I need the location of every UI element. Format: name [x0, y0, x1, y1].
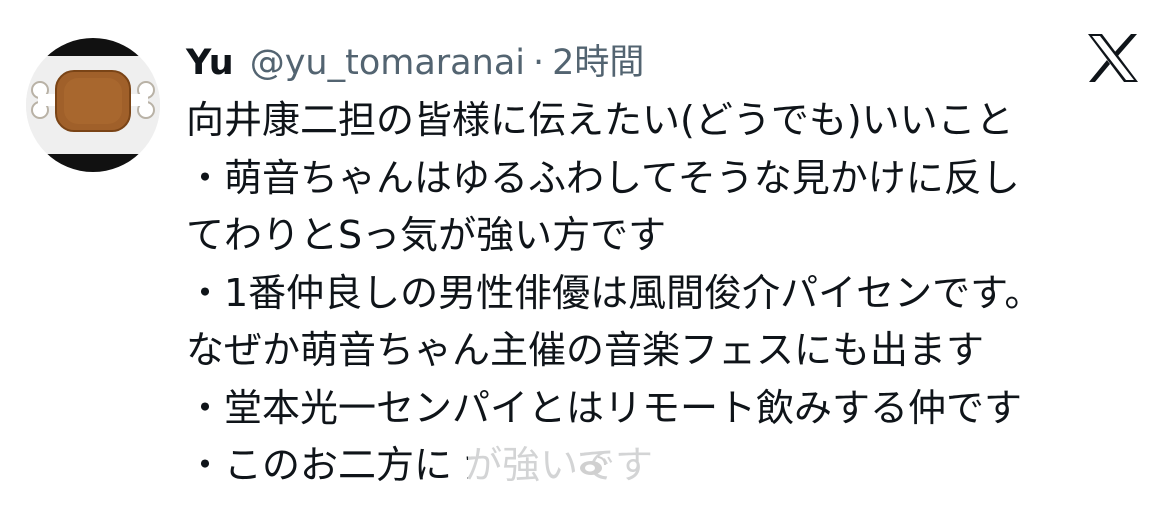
watermark-overlay	[468, 442, 718, 488]
weibo-logo-icon	[580, 456, 606, 475]
meat-on-bone-icon	[26, 38, 160, 172]
tweet-line: ・堂本光一センパイとはリモート飲みする仲です	[186, 385, 1023, 430]
author-handle[interactable]: @yu_tomaranai	[250, 43, 525, 83]
avatar[interactable]	[26, 38, 160, 172]
tweet-card: Yu @yu_tomaranai · 2時間 向井康二担の皆様に伝えたい(どうで…	[0, 0, 1170, 505]
header-separator: ·	[533, 43, 545, 83]
tweet-text: 向井康二担の皆様に伝えたい(どうでも)いいこと ・萌音ちゃんはゆるふわしてそうな…	[186, 92, 1146, 495]
author-name[interactable]: Yu	[186, 43, 234, 83]
tweet-timestamp[interactable]: 2時間	[552, 34, 644, 85]
tweet-line: なぜか萌音ちゃん主催の音楽フェスにも出ます	[186, 328, 985, 372]
tweet-line: てわりとSっ気が強い方です	[186, 213, 667, 257]
x-logo-icon[interactable]	[1086, 32, 1140, 84]
tweet-line: ・萌音ちゃんはゆるふわしてそうな見かけに反し	[186, 155, 1020, 200]
tweet-header: Yu @yu_tomaranai · 2時間	[186, 34, 644, 86]
tweet-line: ・1番仲良しの男性俳優は風間俊介パイセンです。	[186, 270, 1043, 315]
tweet-line: 向井康二担の皆様に伝えたい(どうでも)いいこと	[186, 98, 1014, 142]
